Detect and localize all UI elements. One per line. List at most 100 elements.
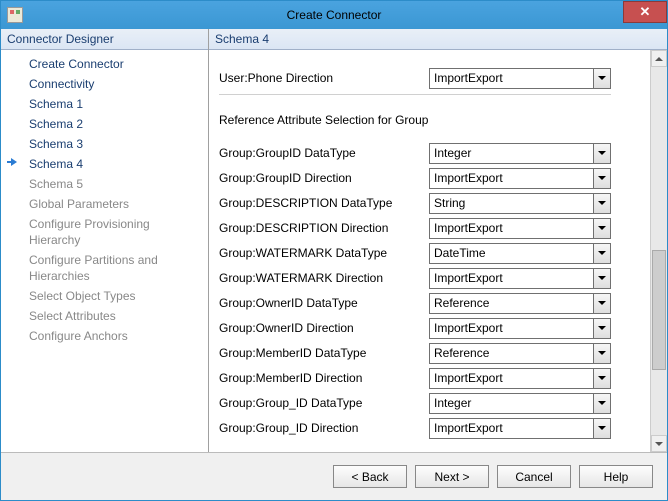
form-row: Group:WATERMARK DirectionImportExport xyxy=(219,266,650,290)
footer: < Back Next > Cancel Help xyxy=(1,452,667,500)
field-label: Group:GroupID Direction xyxy=(219,171,429,185)
nav-item[interactable]: Configure Partitions and Hierarchies xyxy=(1,250,208,286)
field-label: Group:Group_ID Direction xyxy=(219,421,429,435)
combo-box[interactable]: ImportExport xyxy=(429,368,611,389)
nav-item[interactable]: Schema 2 xyxy=(1,114,208,134)
form-row: Group:DESCRIPTION DataTypeString xyxy=(219,191,650,215)
combo-box[interactable]: Reference xyxy=(429,293,611,314)
nav-item[interactable]: Create Connector xyxy=(1,54,208,74)
nav-item[interactable]: Select Object Types xyxy=(1,286,208,306)
nav-item[interactable]: Configure Anchors xyxy=(1,326,208,346)
vertical-scrollbar[interactable] xyxy=(650,50,667,452)
field-label: Group:Group_ID DataType xyxy=(219,396,429,410)
combo-value: Integer xyxy=(434,146,471,160)
chevron-down-icon xyxy=(593,169,610,188)
nav-item[interactable]: Connectivity xyxy=(1,74,208,94)
form-row: User:Phone Direction ImportExport xyxy=(219,66,650,90)
right-panel-header: Schema 4 xyxy=(209,29,667,50)
nav-list: Create ConnectorConnectivitySchema 1Sche… xyxy=(1,50,208,452)
panels: Connector Designer Create ConnectorConne… xyxy=(1,29,667,452)
combo-user-phone-direction[interactable]: ImportExport xyxy=(429,68,611,89)
form-row: Group:Group_ID DataTypeInteger xyxy=(219,391,650,415)
form-row: Group:WATERMARK DataType DateTime xyxy=(219,241,650,265)
chevron-down-icon xyxy=(593,369,610,388)
window-frame: Create Connector ✕ Connector Designer Cr… xyxy=(0,0,668,501)
combo-box[interactable]: ImportExport xyxy=(429,268,611,289)
combo-box[interactable]: Integer xyxy=(429,393,611,414)
combo-box[interactable]: ImportExport xyxy=(429,418,611,439)
chevron-down-icon xyxy=(593,269,610,288)
combo-box[interactable]: ImportExport xyxy=(429,318,611,339)
combo-box[interactable]: ImportExport xyxy=(429,218,611,239)
nav-item[interactable]: Schema 5 xyxy=(1,174,208,194)
field-label: Group:MemberID Direction xyxy=(219,371,429,385)
chevron-down-icon xyxy=(593,419,610,438)
combo-value: DateTime xyxy=(434,246,486,260)
nav-item[interactable]: Schema 3 xyxy=(1,134,208,154)
chevron-down-icon xyxy=(593,219,610,238)
combo-box[interactable]: Reference xyxy=(429,343,611,364)
back-button[interactable]: < Back xyxy=(333,465,407,488)
chevron-down-icon xyxy=(593,294,610,313)
nav-item[interactable]: Schema 1 xyxy=(1,94,208,114)
nav-item[interactable]: Global Parameters xyxy=(1,194,208,214)
scroll-up-button[interactable] xyxy=(651,50,667,67)
form-row: Group:OwnerID DataType Reference xyxy=(219,291,650,315)
combo-value: Reference xyxy=(434,346,489,360)
chevron-down-icon xyxy=(593,69,610,88)
combo-box[interactable]: Integer xyxy=(429,143,611,164)
combo-value: ImportExport xyxy=(434,371,503,385)
combo-value: ImportExport xyxy=(434,421,503,435)
form-area: User:Phone Direction ImportExport Refere… xyxy=(209,50,667,452)
scroll-thumb[interactable] xyxy=(652,250,666,370)
field-label: Group:GroupID DataType xyxy=(219,146,429,160)
nav-item[interactable]: Configure Provisioning Hierarchy xyxy=(1,214,208,250)
field-label: Group:OwnerID Direction xyxy=(219,321,429,335)
form-row: Group:OwnerID Direction ImportExport xyxy=(219,316,650,340)
field-label: Group:DESCRIPTION DataType xyxy=(219,196,429,210)
scroll-down-button[interactable] xyxy=(651,435,667,452)
chevron-down-icon xyxy=(593,394,610,413)
help-button[interactable]: Help xyxy=(579,465,653,488)
help-button-label: Help xyxy=(604,470,629,484)
form-row: Group:GroupID DataType Integer xyxy=(219,141,650,165)
nav-item[interactable]: Schema 4 xyxy=(1,154,208,174)
combo-value: ImportExport xyxy=(434,271,503,285)
field-label: Group:OwnerID DataType xyxy=(219,296,429,310)
form-row: Group:MemberID DataType Reference xyxy=(219,341,650,365)
field-label: Group:DESCRIPTION Direction xyxy=(219,221,429,235)
title-bar[interactable]: Create Connector ✕ xyxy=(1,1,667,29)
chevron-down-icon xyxy=(593,244,610,263)
close-icon: ✕ xyxy=(640,4,651,20)
form-row: Group:DESCRIPTION Direction ImportExport xyxy=(219,216,650,240)
combo-value: ImportExport xyxy=(434,221,503,235)
combo-box[interactable]: String xyxy=(429,193,611,214)
left-panel: Connector Designer Create ConnectorConne… xyxy=(1,29,209,452)
cancel-button[interactable]: Cancel xyxy=(497,465,571,488)
form-row: Group:GroupID Direction ImportExport xyxy=(219,166,650,190)
form-row: Group:MemberID Direction ImportExport xyxy=(219,366,650,390)
chevron-down-icon xyxy=(593,194,610,213)
chevron-down-icon xyxy=(593,144,610,163)
cancel-button-label: Cancel xyxy=(515,470,552,484)
combo-value: ImportExport xyxy=(434,321,503,335)
window-title: Create Connector xyxy=(1,8,667,22)
next-button[interactable]: Next > xyxy=(415,465,489,488)
next-button-label: Next > xyxy=(434,470,469,484)
combo-value: Reference xyxy=(434,296,489,310)
chevron-down-icon xyxy=(593,319,610,338)
form-row: Group:Group_ID Direction ImportExport xyxy=(219,416,650,440)
combo-box[interactable]: ImportExport xyxy=(429,168,611,189)
field-label: Group:MemberID DataType xyxy=(219,346,429,360)
content-area: Connector Designer Create ConnectorConne… xyxy=(1,29,667,500)
separator xyxy=(219,94,611,95)
chevron-down-icon xyxy=(593,344,610,363)
combo-value: ImportExport xyxy=(434,171,503,185)
back-button-label: < Back xyxy=(351,470,388,484)
section-title: Reference Attribute Selection for Group xyxy=(219,113,650,127)
field-label: Group:WATERMARK DataType xyxy=(219,246,429,260)
nav-item[interactable]: Select Attributes xyxy=(1,306,208,326)
combo-value: ImportExport xyxy=(434,71,503,85)
close-button[interactable]: ✕ xyxy=(623,1,667,23)
combo-box[interactable]: DateTime xyxy=(429,243,611,264)
